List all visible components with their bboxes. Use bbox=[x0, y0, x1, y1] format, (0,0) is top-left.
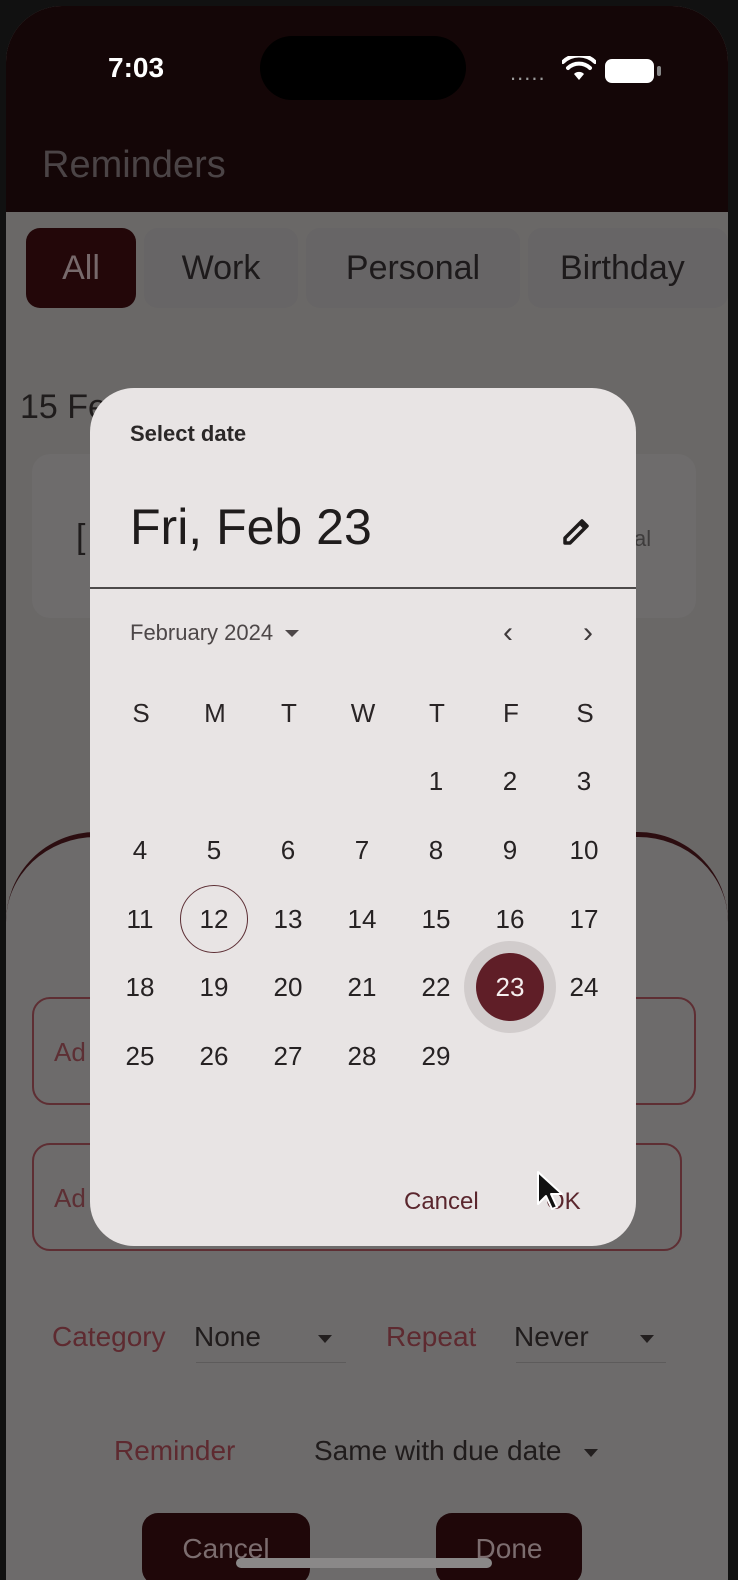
calendar-day[interactable]: 22 bbox=[402, 953, 470, 1021]
reminder-card-category: al bbox=[634, 526, 652, 551]
dropdown-arrow-icon bbox=[285, 629, 300, 637]
calendar-day[interactable]: 15 bbox=[402, 885, 470, 953]
category-label: Category bbox=[52, 1321, 166, 1352]
weekday-label: F bbox=[503, 698, 519, 728]
category-dropdown[interactable]: None bbox=[194, 1321, 261, 1353]
calendar-day[interactable]: 18 bbox=[106, 953, 174, 1021]
cancel-button[interactable]: Cancel bbox=[142, 1513, 310, 1580]
chip-all[interactable]: All bbox=[26, 228, 136, 308]
chip-label: All bbox=[62, 248, 100, 287]
status-time: 7:03 bbox=[108, 52, 165, 83]
category-chip-row: All Work Personal Birthday bbox=[6, 228, 728, 318]
selected-day[interactable]: 23 bbox=[476, 953, 544, 1021]
weekday-label: S bbox=[576, 698, 594, 728]
calendar-day[interactable]: 8 bbox=[402, 816, 470, 884]
calendar-day[interactable]: 11 bbox=[106, 885, 174, 953]
selected-date-headline: Fri, Feb 23 bbox=[130, 499, 372, 555]
calendar-day[interactable]: 14 bbox=[328, 885, 396, 953]
calendar-day[interactable]: 4 bbox=[106, 816, 174, 884]
calendar-day[interactable]: 19 bbox=[180, 953, 248, 1021]
month-year-selector[interactable]: February 2024 bbox=[130, 620, 300, 646]
chip-label: Birthday bbox=[560, 248, 685, 287]
cellular-signal-icon: ..... bbox=[510, 60, 546, 85]
today-day[interactable]: 12 bbox=[180, 885, 248, 953]
weekday-label: M bbox=[204, 698, 226, 728]
calendar-day[interactable]: 3 bbox=[550, 747, 618, 815]
dialog-help-text: Select date bbox=[130, 421, 247, 446]
calendar-day[interactable]: 28 bbox=[328, 1022, 396, 1090]
phone-device: 7:03 ..... Reminders All Work Personal B… bbox=[0, 0, 738, 1580]
weekday-label: T bbox=[429, 698, 445, 728]
dropdown-arrow-icon bbox=[584, 1449, 598, 1457]
calendar-day[interactable]: 24 bbox=[550, 953, 618, 1021]
repeat-dropdown[interactable]: Never bbox=[514, 1321, 589, 1353]
date-picker-dialog: Select date Fri, Feb 23 February 2024 ‹ … bbox=[90, 388, 636, 1246]
calendar-day[interactable]: 7 bbox=[328, 816, 396, 884]
calendar-day[interactable]: 26 bbox=[180, 1022, 248, 1090]
chevron-left-icon[interactable]: ‹ bbox=[492, 617, 524, 649]
category-underline bbox=[196, 1362, 346, 1363]
calendar-day[interactable]: 1 bbox=[402, 747, 470, 815]
app-header: 7:03 ..... Reminders bbox=[6, 6, 728, 212]
calendar-day[interactable]: 27 bbox=[254, 1022, 322, 1090]
done-button[interactable]: Done bbox=[436, 1513, 582, 1580]
home-indicator bbox=[236, 1558, 492, 1568]
calendar-day[interactable]: 6 bbox=[254, 816, 322, 884]
chip-label: Work bbox=[181, 248, 261, 287]
calendar-day[interactable]: 5 bbox=[180, 816, 248, 884]
calendar-day[interactable]: 2 bbox=[476, 747, 544, 815]
reminder-dropdown[interactable]: Same with due date bbox=[314, 1435, 562, 1467]
weekday-label: S bbox=[132, 698, 150, 728]
dialog-cancel-button[interactable]: Cancel bbox=[404, 1188, 479, 1216]
notes-field-label: Ad bbox=[54, 1183, 86, 1213]
dropdown-arrow-icon bbox=[640, 1335, 654, 1343]
calendar-day[interactable]: 21 bbox=[328, 953, 396, 1021]
chevron-right-icon[interactable]: › bbox=[572, 617, 604, 649]
repeat-underline bbox=[516, 1362, 666, 1363]
chip-personal[interactable]: Personal bbox=[306, 228, 520, 308]
calendar-day[interactable]: 16 bbox=[476, 885, 544, 953]
header-divider bbox=[90, 587, 636, 589]
calendar-day[interactable]: 17 bbox=[550, 885, 618, 953]
reminder-card-text: [ bbox=[76, 518, 86, 556]
calendar-day[interactable]: 29 bbox=[402, 1022, 470, 1090]
chip-work[interactable]: Work bbox=[144, 228, 298, 308]
battery-icon bbox=[605, 59, 661, 83]
repeat-label: Repeat bbox=[386, 1321, 477, 1352]
chip-label: Personal bbox=[345, 248, 481, 287]
wifi-icon bbox=[562, 56, 596, 80]
calendar-day[interactable]: 10 bbox=[550, 816, 618, 884]
calendar-day[interactable]: 25 bbox=[106, 1022, 174, 1090]
calendar-day[interactable]: 13 bbox=[254, 885, 322, 953]
month-label: February 2024 bbox=[130, 620, 274, 645]
page-title: Reminders bbox=[42, 144, 226, 186]
title-field-label: Ad bbox=[54, 1037, 86, 1067]
mouse-cursor-icon bbox=[537, 1171, 563, 1210]
calendar-day[interactable]: 20 bbox=[254, 953, 322, 1021]
weekday-label: T bbox=[281, 698, 297, 728]
dropdown-arrow-icon bbox=[318, 1335, 332, 1343]
reminder-label: Reminder bbox=[114, 1435, 236, 1466]
edit-icon[interactable] bbox=[556, 513, 596, 553]
chip-birthday[interactable]: Birthday bbox=[528, 228, 728, 308]
dynamic-island bbox=[260, 36, 466, 100]
weekday-label: W bbox=[350, 698, 376, 728]
calendar-day[interactable]: 9 bbox=[476, 816, 544, 884]
